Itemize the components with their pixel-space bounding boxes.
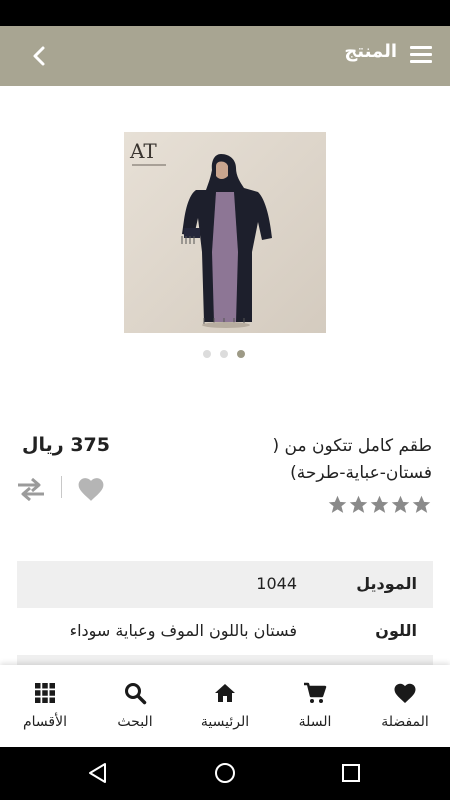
system-navigation-bar [0, 747, 450, 800]
spec-value: فستان باللون الموف وعباية سوداء [69, 621, 297, 640]
carousel-dot[interactable] [220, 350, 228, 358]
nav-label: الرئيسية [200, 714, 250, 730]
star-icon[interactable] [390, 494, 411, 515]
cart-icon [304, 682, 327, 703]
nav-label: الأقسام [23, 714, 67, 730]
home-circle-icon[interactable] [213, 761, 237, 785]
carousel-dot-active[interactable] [237, 350, 245, 358]
nav-item-favorites[interactable]: المفضلة [360, 665, 450, 747]
nav-label: المفضلة [381, 714, 429, 730]
nav-item-cart[interactable]: السلة [270, 665, 360, 747]
nav-item-categories[interactable]: الأقسام [0, 665, 90, 747]
spec-row-model: الموديل 1044 [17, 561, 433, 608]
product-price: 375 ريال [22, 434, 110, 456]
product-title-line1: طقم كامل تتكون من ( [272, 436, 432, 456]
star-icon[interactable] [411, 494, 432, 515]
back-triangle-icon[interactable] [86, 761, 110, 785]
star-icon[interactable] [348, 494, 369, 515]
star-icon[interactable] [327, 494, 348, 515]
nav-item-home[interactable]: الرئيسية [180, 665, 270, 747]
product-title-line2: فستان-عباية-طرحة) [290, 463, 432, 483]
nav-label: السلة [298, 714, 332, 730]
compare-arrows-icon[interactable] [16, 477, 46, 501]
home-icon [215, 684, 235, 702]
recents-square-icon[interactable] [339, 761, 363, 785]
carousel-dot[interactable] [203, 350, 211, 358]
app-bar: المنتج [0, 26, 450, 86]
spec-label: اللون [375, 621, 417, 640]
page-title: المنتج [344, 41, 397, 62]
spec-row-color: اللون فستان باللون الموف وعباية سوداء [17, 608, 433, 655]
favorite-heart-icon[interactable] [76, 476, 106, 502]
hamburger-menu-icon[interactable] [410, 46, 432, 64]
star-icon[interactable] [369, 494, 390, 515]
product-image[interactable]: AT [124, 132, 326, 333]
spec-label: الموديل [356, 574, 417, 593]
product-title: طقم كامل تتكون من ( فستان-عباية-طرحة) [142, 433, 432, 487]
spec-value: 1044 [256, 574, 297, 593]
bottom-navigation: المفضلة السلة الرئيسية البحث الأقسام [0, 665, 450, 747]
search-icon [125, 683, 147, 705]
carousel-indicator [203, 350, 245, 358]
nav-label: البحث [117, 714, 153, 730]
svg-text:AT: AT [129, 139, 157, 163]
brand-logo-text: AT [129, 139, 157, 163]
heart-icon [394, 683, 416, 703]
nav-item-search[interactable]: البحث [90, 665, 180, 747]
status-bar [0, 0, 450, 26]
rating-stars[interactable] [327, 494, 432, 515]
divider [61, 476, 62, 498]
chevron-back-icon[interactable] [26, 42, 54, 70]
grid-icon [35, 683, 55, 703]
